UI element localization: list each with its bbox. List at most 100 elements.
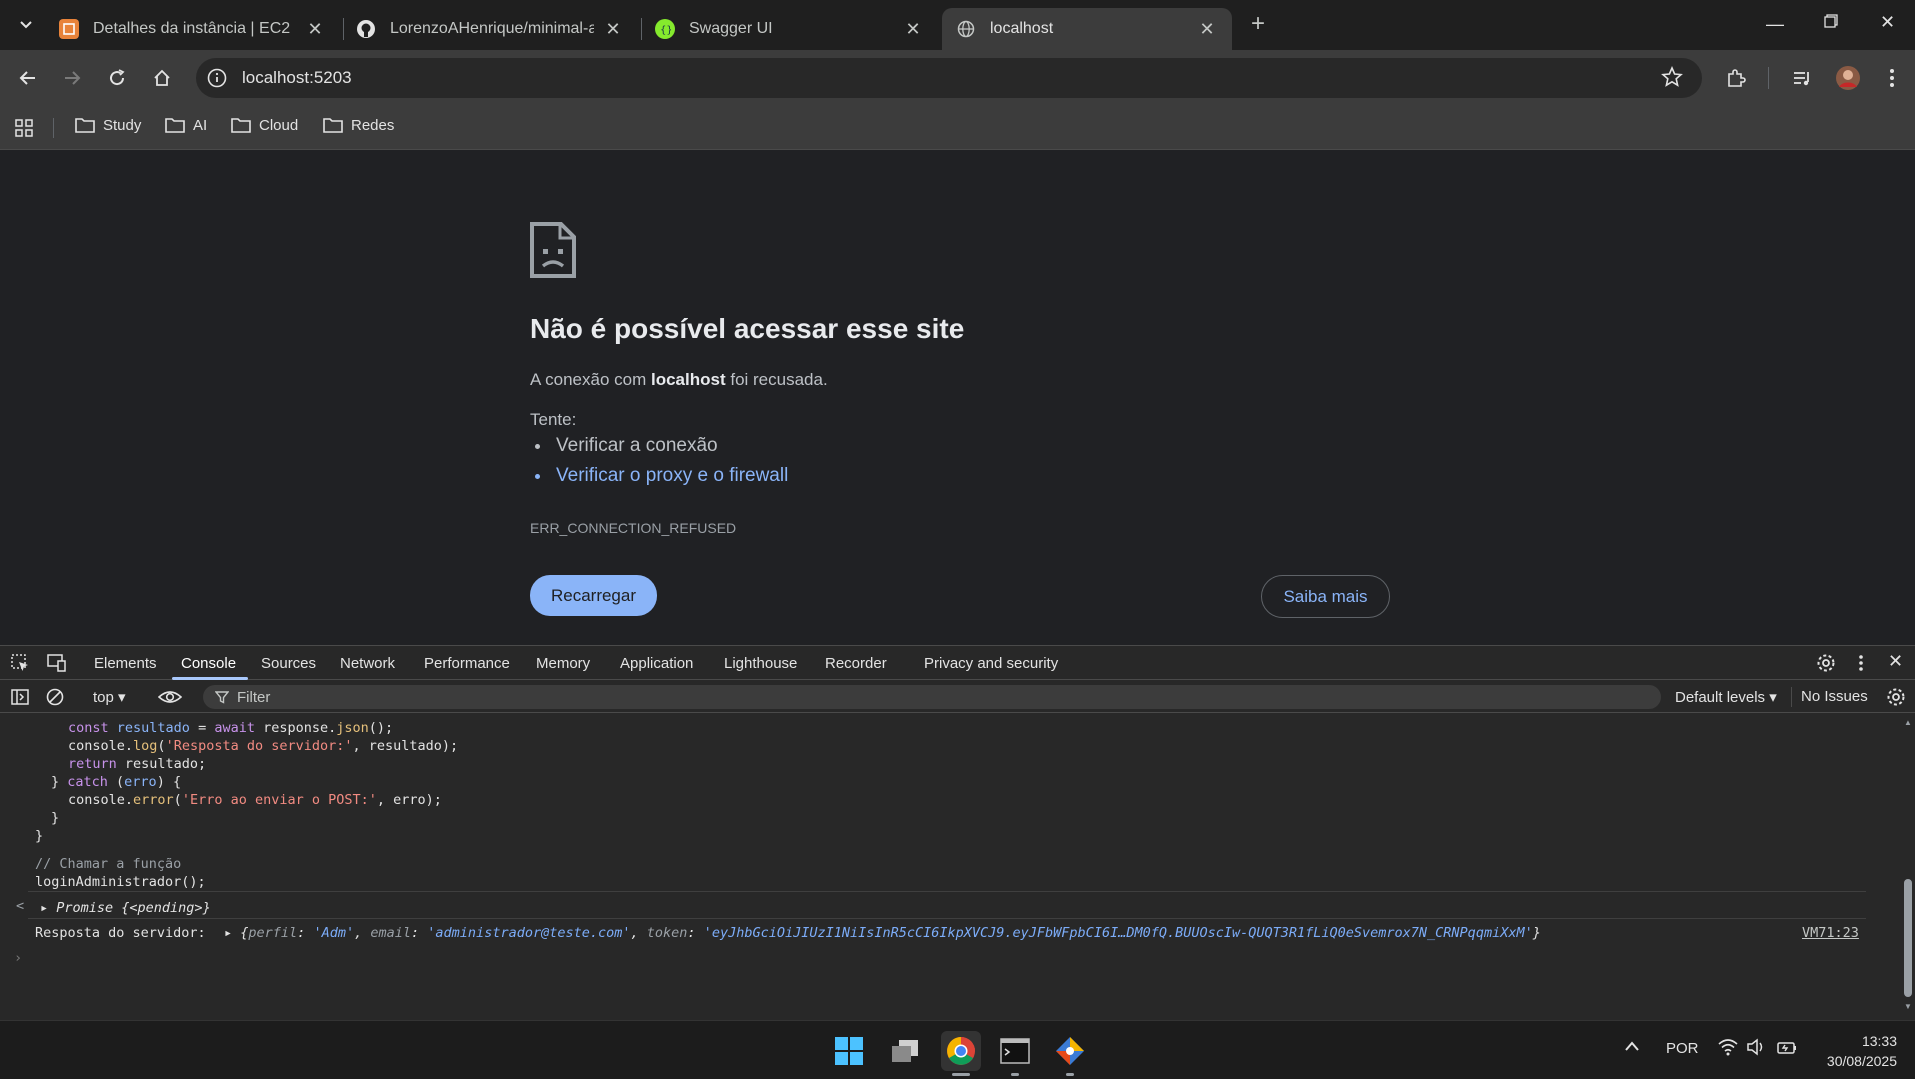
console-code-line: console.log('Resposta do servidor:', res… <box>68 738 459 754</box>
devtools-more-icon[interactable] <box>1858 653 1864 678</box>
bookmark-label: AI <box>193 116 208 134</box>
swagger-icon: {} <box>655 19 675 39</box>
tab-github[interactable]: LorenzoAHenrique/minimal-api ✕ <box>342 8 638 50</box>
devtools-tab-lighthouse[interactable]: Lighthouse <box>724 655 797 672</box>
close-icon[interactable]: ✕ <box>1196 19 1218 40</box>
bookmark-folder-redes[interactable]: Redes <box>323 116 394 134</box>
sidebar-toggle-icon[interactable] <box>10 687 30 712</box>
return-arrow-icon: < <box>16 898 25 914</box>
home-icon[interactable] <box>146 62 178 94</box>
error-host: localhost <box>650 370 726 389</box>
chrome-taskbar-icon[interactable] <box>941 1031 981 1071</box>
bookmark-folder-ai[interactable]: AI <box>165 116 207 134</box>
console-code-line: console.error('Erro ao enviar o POST:', … <box>68 792 442 808</box>
tab-swagger[interactable]: {} Swagger UI ✕ <box>641 8 938 50</box>
site-info-icon[interactable] <box>206 67 228 94</box>
live-expression-eye-icon[interactable] <box>157 688 183 711</box>
scrollbar-thumb[interactable] <box>1904 879 1912 997</box>
bookmark-star-icon[interactable] <box>1661 65 1683 93</box>
console-settings-gear-icon[interactable] <box>1886 687 1906 712</box>
tab-ec2[interactable]: Detalhes da instância | EC2 | us- ✕ <box>45 8 340 50</box>
input-language[interactable]: POR <box>1666 1040 1699 1057</box>
folder-icon <box>323 118 343 133</box>
system-clock[interactable]: 13:33 30/08/2025 <box>1827 1031 1897 1071</box>
bookmark-label: Cloud <box>259 116 299 134</box>
windows-taskbar: POR 13:33 30/08/2025 <box>0 1020 1915 1079</box>
browser-menu-icon[interactable] <box>1876 62 1908 94</box>
try-label: Tente: <box>530 410 577 429</box>
error-page: Não é possível acessar esse site A conex… <box>0 151 1915 645</box>
console-code-line: } catch (erro) { <box>51 774 182 790</box>
windows-start-icon[interactable] <box>829 1031 869 1071</box>
log-levels-dropdown[interactable]: Default levels ▾ <box>1675 688 1777 706</box>
console-output: const resultado = await response.json();… <box>0 714 1900 1014</box>
devtools-tab-performance[interactable]: Performance <box>424 655 510 672</box>
git-client-icon[interactable] <box>1050 1031 1090 1071</box>
issues-counter[interactable]: No Issues <box>1801 688 1868 705</box>
new-tab-plus-icon[interactable]: + <box>1242 8 1274 40</box>
close-icon[interactable]: ✕ <box>902 19 924 40</box>
console-scrollbar[interactable]: ▲ ▼ <box>1901 714 1915 1014</box>
back-arrow-icon[interactable] <box>12 62 44 94</box>
device-toolbar-icon[interactable] <box>45 653 67 678</box>
devtools-tab-elements[interactable]: Elements <box>94 655 157 672</box>
apps-grid-icon[interactable] <box>14 118 34 143</box>
console-toolbar: top ▾ Filter Default levels ▾ No Issues <box>0 681 1915 713</box>
browser-toolbar: localhost:5203 <box>0 50 1915 106</box>
suggestions-list: Verificar a conexão Verificar o proxy e … <box>552 435 788 495</box>
reload-button[interactable]: Recarregar <box>530 575 657 616</box>
task-view-icon[interactable] <box>885 1031 925 1071</box>
folder-icon <box>165 118 185 133</box>
inspect-element-icon[interactable] <box>10 653 30 678</box>
tab-title: Swagger UI <box>689 20 773 37</box>
source-link[interactable]: VM71:23 <box>1802 925 1859 941</box>
wifi-icon[interactable] <box>1718 1038 1738 1061</box>
console-code-line: loginAdministrador(); <box>35 874 206 890</box>
console-code-line: return resultado; <box>68 756 207 772</box>
devtools-panel: Elements Console Sources Network Perform… <box>0 645 1915 1020</box>
log-object[interactable]: ▸ {perfil: 'Adm', email: 'administrador@… <box>224 925 1541 941</box>
reload-icon[interactable] <box>101 62 133 94</box>
tab-search-chevron-icon[interactable] <box>10 8 42 40</box>
volume-icon[interactable] <box>1746 1038 1766 1061</box>
devtools-tab-memory[interactable]: Memory <box>536 655 590 672</box>
clear-console-icon[interactable] <box>45 687 65 712</box>
devtools-tab-network[interactable]: Network <box>340 655 395 672</box>
tab-localhost[interactable]: localhost ✕ <box>942 8 1232 50</box>
extensions-puzzle-icon[interactable] <box>1720 62 1752 94</box>
promise-result[interactable]: ▸ Promise {<pending>} <box>40 900 211 916</box>
battery-icon[interactable] <box>1776 1038 1798 1061</box>
show-hidden-icons-chevron-icon[interactable] <box>1624 1039 1640 1057</box>
bookmark-folder-study[interactable]: Study <box>75 116 141 134</box>
suggestion-check-proxy-link[interactable]: Verificar o proxy e o firewall <box>552 465 788 487</box>
minimize-icon[interactable]: — <box>1766 14 1784 35</box>
folder-icon <box>75 118 95 133</box>
devtools-tab-sources[interactable]: Sources <box>261 655 316 672</box>
bookmark-folder-cloud[interactable]: Cloud <box>231 116 298 134</box>
devtools-close-icon[interactable]: ✕ <box>1888 651 1903 672</box>
console-code-line: } <box>51 810 60 826</box>
address-bar[interactable]: localhost:5203 <box>196 58 1702 98</box>
context-selector[interactable]: top ▾ <box>93 688 126 706</box>
media-playlist-icon[interactable] <box>1786 62 1818 94</box>
close-icon[interactable]: ✕ <box>602 19 624 40</box>
clock-time: 13:33 <box>1861 1033 1897 1049</box>
devtools-tab-console[interactable]: Console <box>181 655 236 672</box>
profile-avatar[interactable] <box>1832 62 1864 94</box>
window-close-icon[interactable]: ✕ <box>1880 12 1895 33</box>
console-code-line: const resultado = await response.json(); <box>68 720 394 736</box>
console-prompt-icon[interactable]: › <box>14 950 22 966</box>
error-description: A conexão com localhost foi recusada. <box>530 370 828 389</box>
devtools-tab-application[interactable]: Application <box>620 655 693 672</box>
devtools-tab-recorder[interactable]: Recorder <box>825 655 887 672</box>
console-filter-input[interactable]: Filter <box>203 685 1661 709</box>
devtools-tab-privacy[interactable]: Privacy and security <box>924 655 1058 672</box>
suggestion-check-connection: Verificar a conexão <box>552 435 788 457</box>
close-icon[interactable]: ✕ <box>304 19 326 40</box>
aws-icon <box>59 19 79 39</box>
learn-more-button[interactable]: Saiba mais <box>1261 575 1390 618</box>
forward-arrow-icon[interactable] <box>56 62 88 94</box>
settings-gear-icon[interactable] <box>1816 653 1836 678</box>
restore-icon[interactable] <box>1824 14 1838 33</box>
terminal-icon[interactable] <box>995 1031 1035 1071</box>
